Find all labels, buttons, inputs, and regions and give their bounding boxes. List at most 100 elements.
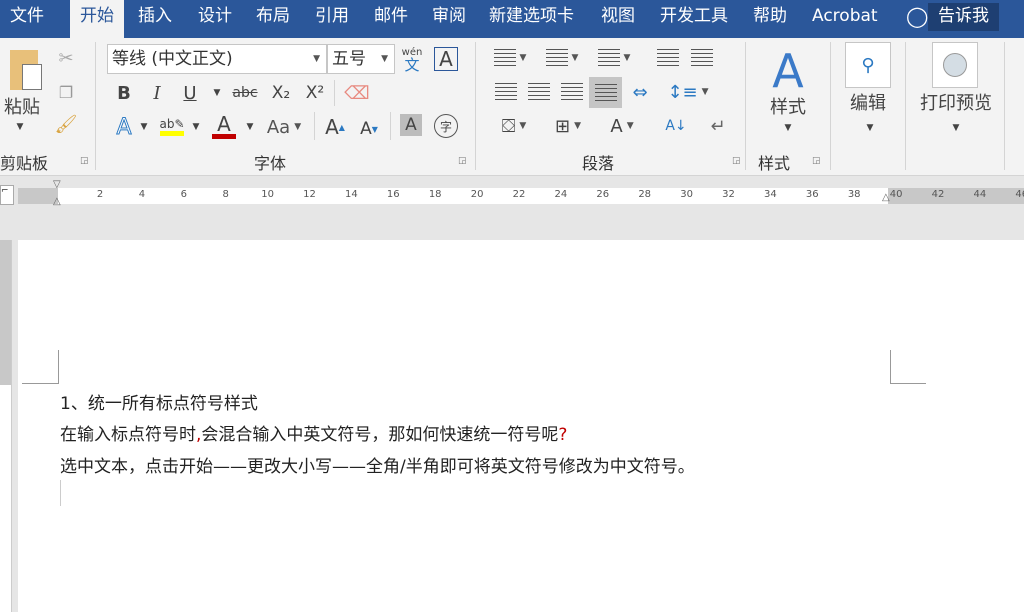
character-border-button[interactable]: A bbox=[434, 47, 458, 71]
font-size-value: 五号 bbox=[332, 49, 366, 69]
multilevel-list-button[interactable]: ▼ bbox=[594, 46, 634, 70]
grow-font-button[interactable]: A ▲ bbox=[322, 114, 348, 140]
shrink-font-label: A bbox=[360, 119, 372, 139]
doc-paragraph: 选中文本，点击开始——更改大小写——全角/半角即可将英文符号修改为中文符号。 bbox=[60, 457, 695, 477]
increase-indent-button[interactable] bbox=[688, 46, 716, 70]
tab-home[interactable]: 开始 bbox=[70, 0, 124, 38]
right-indent-marker[interactable]: △ bbox=[882, 192, 890, 203]
ruler-numbers: 2 4 6 8 10 12 14 16 18 20 22 24 26 28 30 32 34 36 38 40 42 44… bbox=[18, 188, 1024, 204]
tab-file[interactable]: 文件 bbox=[0, 0, 54, 38]
text-run: 在输入标点符号时 bbox=[60, 425, 196, 445]
superscript-button[interactable]: X² bbox=[302, 81, 328, 105]
font-size-select[interactable]: 五号 ▼ bbox=[327, 44, 395, 74]
clipboard-group-label: 剪贴板 bbox=[0, 154, 49, 173]
chevron-down-icon[interactable]: ▼ bbox=[244, 120, 256, 134]
vertical-ruler[interactable] bbox=[0, 240, 12, 612]
justify-button[interactable] bbox=[589, 77, 622, 108]
line-spacing-button[interactable]: ↕≡ ▼ bbox=[666, 78, 710, 106]
chevron-down-icon[interactable]: ▼ bbox=[948, 122, 964, 134]
change-case-button[interactable]: Aa ▼ bbox=[264, 114, 304, 140]
tab-references[interactable]: 引用 bbox=[305, 0, 359, 38]
document-page[interactable]: 1、统一所有标点符号样式 在输入标点符号时,会混合输入中英文符号，那如何快速统一… bbox=[18, 240, 1024, 612]
styles-button[interactable]: 样式 bbox=[760, 94, 816, 118]
clipboard-launcher-icon[interactable]: ◲ bbox=[80, 156, 89, 166]
underline-button[interactable]: U bbox=[178, 81, 202, 105]
clear-formatting-icon[interactable]: ⌫ bbox=[344, 81, 370, 105]
italic-button[interactable]: I bbox=[145, 81, 169, 105]
tab-mailings[interactable]: 邮件 bbox=[364, 0, 418, 38]
tab-layout[interactable]: 布局 bbox=[246, 0, 300, 38]
font-color-button[interactable]: A bbox=[210, 112, 238, 140]
print-preview-button[interactable]: 打印预览 bbox=[916, 90, 996, 114]
character-shading-button[interactable]: A bbox=[400, 114, 422, 136]
editing-button[interactable]: 编辑 bbox=[842, 90, 894, 114]
numbering-button[interactable]: ▼ bbox=[542, 46, 582, 70]
distributed-button[interactable]: ⇔ bbox=[626, 78, 654, 106]
paragraph-group-label: 段落 bbox=[582, 154, 615, 173]
chevron-down-icon[interactable]: ▼ bbox=[190, 120, 202, 134]
borders-button[interactable]: ⊞ ▼ bbox=[544, 112, 592, 140]
chevron-down-icon[interactable]: ▼ bbox=[862, 122, 878, 134]
text-effects-icon[interactable]: A bbox=[110, 114, 138, 140]
copy-icon[interactable]: ❐ bbox=[54, 80, 78, 104]
paste-icon[interactable] bbox=[2, 46, 46, 94]
subscript-button[interactable]: X₂ bbox=[268, 81, 294, 105]
underline-dropdown-icon[interactable]: ▼ bbox=[210, 85, 224, 101]
horizontal-ruler-bar: ⌐ 2 4 6 8 10 12 14 16 18 20 22 24 26 28 30 32 34 36 38 40 42… bbox=[0, 177, 1024, 207]
vertical-ruler-margin bbox=[0, 240, 11, 385]
bold-button[interactable]: B bbox=[112, 81, 136, 105]
ruler-number: 26 bbox=[596, 189, 610, 200]
shading-button[interactable]: ⛋ ▼ bbox=[490, 112, 538, 140]
tab-help[interactable]: 帮助 bbox=[743, 0, 797, 38]
paste-dropdown-icon[interactable]: ▼ bbox=[10, 120, 30, 134]
align-center-button[interactable] bbox=[525, 78, 553, 106]
print-preview-icon[interactable] bbox=[932, 42, 978, 88]
first-line-indent-marker[interactable]: ▽ bbox=[53, 179, 61, 190]
decrease-indent-button[interactable] bbox=[654, 46, 682, 70]
chevron-down-icon[interactable]: ▼ bbox=[138, 120, 150, 134]
align-left-button[interactable] bbox=[492, 78, 520, 106]
font-color-bar bbox=[212, 133, 236, 139]
phonetic-guide-button[interactable]: wén 文 bbox=[400, 44, 424, 74]
font-launcher-icon[interactable]: ◲ bbox=[458, 156, 467, 166]
enclose-characters-button[interactable]: 字 bbox=[434, 114, 458, 138]
chevron-down-icon: ▼ bbox=[519, 53, 527, 63]
chevron-down-icon[interactable]: ▼ bbox=[780, 122, 796, 134]
tab-insert[interactable]: 插入 bbox=[128, 0, 182, 38]
format-painter-icon[interactable]: 🖌 bbox=[54, 112, 78, 136]
align-left-icon bbox=[495, 83, 517, 101]
paste-button[interactable]: 粘贴 bbox=[0, 94, 44, 118]
paragraph-launcher-icon[interactable]: ◲ bbox=[732, 156, 741, 166]
shrink-font-button[interactable]: A ▼ bbox=[356, 116, 382, 142]
asian-layout-button[interactable]: A ▼ bbox=[602, 112, 642, 140]
chevron-down-icon: ▼ bbox=[294, 122, 302, 132]
tab-view[interactable]: 视图 bbox=[591, 0, 645, 38]
styles-icon[interactable]: A bbox=[760, 42, 816, 100]
highlight-button[interactable]: ab✎ bbox=[158, 112, 186, 140]
font-name-value: 等线 (中文正文) bbox=[112, 49, 233, 69]
sort-button[interactable]: A↓ bbox=[662, 112, 690, 140]
tell-me-search[interactable]: 告诉我 bbox=[928, 3, 999, 31]
search-icon[interactable]: ⚲ bbox=[845, 42, 891, 88]
font-name-select[interactable]: 等线 (中文正文) ▼ bbox=[107, 44, 327, 74]
align-right-button[interactable] bbox=[558, 78, 586, 106]
tab-new-tab[interactable]: 新建选项卡 bbox=[479, 0, 584, 38]
bullets-icon bbox=[493, 49, 516, 67]
asian-layout-icon: A bbox=[610, 115, 623, 137]
cut-icon[interactable]: ✂ bbox=[54, 46, 78, 70]
horizontal-ruler[interactable]: 2 4 6 8 10 12 14 16 18 20 22 24 26 28 30 32 34 36 38 40 42 44… bbox=[18, 179, 1024, 207]
tab-developer[interactable]: 开发工具 bbox=[650, 0, 738, 38]
tab-acrobat[interactable]: Acrobat bbox=[802, 0, 888, 38]
tab-design[interactable]: 设计 bbox=[188, 0, 242, 38]
bullets-button[interactable]: ▼ bbox=[490, 46, 530, 70]
ruler-number: 24 bbox=[554, 189, 568, 200]
styles-launcher-icon[interactable]: ◲ bbox=[812, 156, 821, 166]
ruler-number: 22 bbox=[512, 189, 526, 200]
left-indent-marker[interactable]: △ bbox=[53, 196, 61, 207]
strikethrough-button[interactable]: abc bbox=[230, 81, 260, 105]
doc-heading: 1、统一所有标点符号样式 bbox=[60, 394, 258, 414]
tab-selector[interactable]: ⌐ bbox=[0, 185, 14, 205]
ribbon-home: 粘贴 ▼ ✂ ❐ 🖌 剪贴板 ◲ 等线 (中文正文) ▼ 五号 ▼ wén 文 A B… bbox=[0, 38, 1024, 176]
tab-review[interactable]: 审阅 bbox=[422, 0, 476, 38]
show-marks-button[interactable]: ↵ bbox=[704, 112, 732, 140]
